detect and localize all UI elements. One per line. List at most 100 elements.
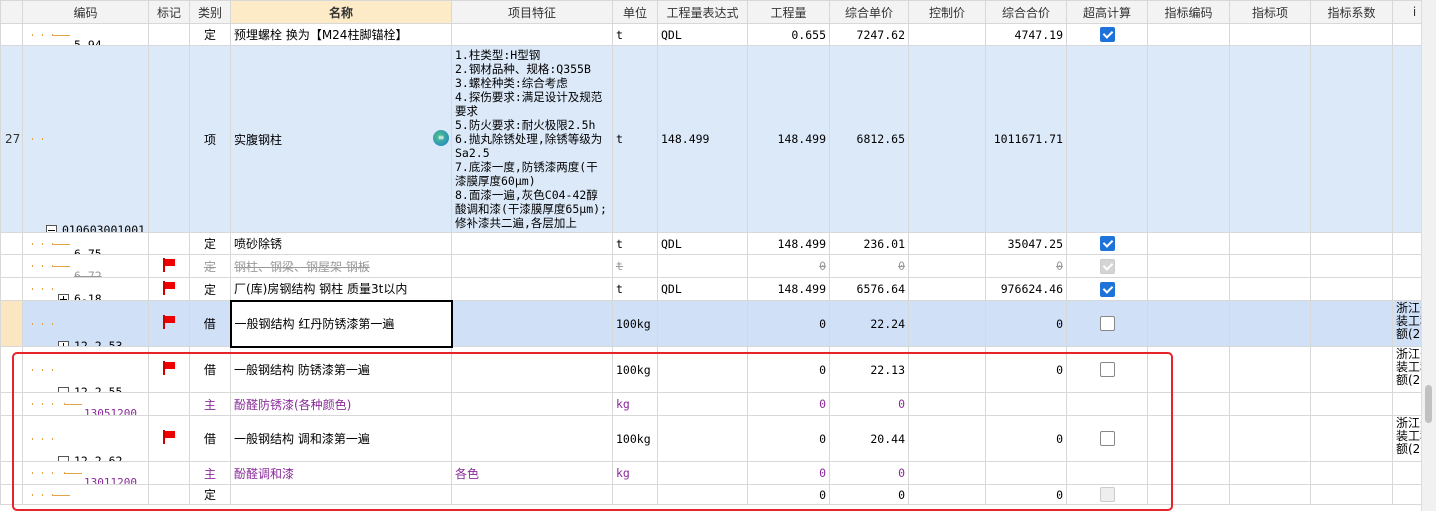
qty-cell[interactable]: 148.499 xyxy=(747,45,830,233)
unit-cell[interactable]: kg xyxy=(612,392,658,416)
code-cell[interactable]: 6-18 xyxy=(22,277,149,301)
unit-cell[interactable]: kg xyxy=(612,461,658,485)
index-item-cell[interactable] xyxy=(1229,23,1311,46)
high-calc-cell[interactable] xyxy=(1066,392,1148,416)
index-coef-cell[interactable] xyxy=(1310,415,1393,462)
mark-cell[interactable] xyxy=(148,484,190,505)
col-header-code[interactable]: 编码 xyxy=(22,0,149,24)
price-cell[interactable]: 0 xyxy=(829,254,909,278)
high-calc-cell[interactable] xyxy=(1066,232,1148,255)
expr-cell[interactable] xyxy=(657,346,748,393)
red-flag-icon[interactable] xyxy=(162,430,176,444)
index-item-cell[interactable] xyxy=(1229,461,1311,485)
price-cell[interactable]: 22.13 xyxy=(829,346,909,393)
index-coef-cell[interactable] xyxy=(1310,232,1393,255)
table-row[interactable]: 13051200… 主 酚醛防锈漆(各种颜色) kg 0 0 xyxy=(0,392,1422,416)
link-badge-icon[interactable]: ≡ xyxy=(433,130,449,146)
high-calc-checkbox[interactable] xyxy=(1099,281,1115,297)
mark-cell[interactable] xyxy=(148,300,190,347)
name-cell[interactable]: 酚醛防锈漆(各种颜色) xyxy=(230,392,452,416)
ctrl-cell[interactable] xyxy=(908,300,986,347)
expr-cell[interactable]: QDL xyxy=(657,23,748,46)
index-code-cell[interactable] xyxy=(1147,232,1230,255)
table-row[interactable]: 27 010603001001 项 实腹钢柱 ≡ 1.柱类型:H型钢 2.钢材品种… xyxy=(0,45,1422,233)
expr-cell[interactable] xyxy=(657,254,748,278)
vertical-scrollbar[interactable] xyxy=(1421,0,1436,511)
high-calc-checkbox[interactable] xyxy=(1099,236,1115,251)
table-row[interactable]: 6-18 定 厂(库)房钢结构 钢柱 质量3t以内 t QDL 148.499 … xyxy=(0,277,1422,301)
expr-cell[interactable]: 148.499 xyxy=(657,45,748,233)
high-calc-cell[interactable] xyxy=(1066,415,1148,462)
code-cell[interactable]: 12-2-62 xyxy=(22,415,149,462)
name-cell[interactable] xyxy=(230,484,452,505)
mark-cell[interactable] xyxy=(148,23,190,46)
unit-cell[interactable]: t xyxy=(612,23,658,46)
index-item-cell[interactable] xyxy=(1229,45,1311,233)
code-cell[interactable] xyxy=(22,484,149,505)
feature-cell[interactable] xyxy=(451,300,613,347)
unit-cell[interactable]: t xyxy=(612,277,658,301)
col-header-rownum[interactable] xyxy=(0,0,23,24)
collapse-icon[interactable] xyxy=(58,455,69,461)
high-calc-checkbox[interactable] xyxy=(1099,431,1115,446)
price-cell[interactable]: 6576.64 xyxy=(829,277,909,301)
index-coef-cell[interactable] xyxy=(1310,254,1393,278)
high-calc-checkbox[interactable] xyxy=(1099,27,1115,42)
col-header-type[interactable]: 类别 xyxy=(189,0,231,24)
name-cell[interactable]: 钢柱、钢梁、钢屋架 钢板 xyxy=(230,254,452,278)
high-calc-cell[interactable] xyxy=(1066,484,1148,505)
feature-cell[interactable]: 各色 xyxy=(451,461,613,485)
index-coef-cell[interactable] xyxy=(1310,23,1393,46)
index-item-cell[interactable] xyxy=(1229,346,1311,393)
index-code-cell[interactable] xyxy=(1147,392,1230,416)
col-header-mark[interactable]: 标记 xyxy=(148,0,190,24)
qty-cell[interactable]: 0 xyxy=(747,392,830,416)
feature-cell[interactable] xyxy=(451,232,613,255)
unit-cell[interactable]: 100kg xyxy=(612,346,658,393)
price-cell[interactable]: 20.44 xyxy=(829,415,909,462)
col-header-index-code[interactable]: 指标编码 xyxy=(1147,0,1230,24)
feature-cell[interactable] xyxy=(451,415,613,462)
col-header-expr[interactable]: 工程量表达式 xyxy=(657,0,748,24)
table-row[interactable]: 13011200… 主 酚醛调和漆 各色 kg 0 0 xyxy=(0,461,1422,485)
expand-icon[interactable] xyxy=(58,340,69,346)
high-calc-cell[interactable] xyxy=(1066,277,1148,301)
unit-cell[interactable]: t xyxy=(612,232,658,255)
table-row[interactable]: 12-2-53 借 一般钢结构 红丹防锈漆第一遍 100kg 0 22.24 0… xyxy=(0,299,1422,348)
collapse-icon[interactable] xyxy=(46,225,57,232)
col-header-qty[interactable]: 工程量 xyxy=(747,0,830,24)
unit-cell[interactable]: 100kg xyxy=(612,300,658,347)
index-item-cell[interactable] xyxy=(1229,277,1311,301)
name-cell[interactable]: 一般钢结构 红丹防锈漆第一遍 xyxy=(229,299,453,348)
price-cell[interactable]: 236.01 xyxy=(829,232,909,255)
index-coef-cell[interactable] xyxy=(1310,484,1393,505)
scrollbar-thumb[interactable] xyxy=(1425,385,1432,423)
code-cell[interactable]: 13051200… xyxy=(22,392,149,416)
red-flag-icon[interactable] xyxy=(162,257,176,272)
qty-cell[interactable]: 0 xyxy=(747,461,830,485)
red-flag-icon[interactable] xyxy=(162,280,176,295)
feature-cell[interactable]: 1.柱类型:H型钢 2.钢材品种、规格:Q355B 3.螺栓种类:综合考虑 4.… xyxy=(451,45,613,233)
code-cell[interactable]: 6-75 xyxy=(22,232,149,255)
index-code-cell[interactable] xyxy=(1147,346,1230,393)
mark-cell[interactable] xyxy=(148,346,190,393)
table-row[interactable]: 6-72 定 钢柱、钢梁、钢屋架 钢板 t 0 0 0 xyxy=(0,254,1422,278)
qty-cell[interactable]: 0 xyxy=(747,254,830,278)
high-calc-checkbox[interactable] xyxy=(1099,362,1115,377)
high-calc-checkbox[interactable] xyxy=(1099,487,1115,502)
expr-cell[interactable] xyxy=(657,300,748,347)
col-header-high[interactable]: 超高计算 xyxy=(1066,0,1148,24)
col-header-price[interactable]: 综合单价 xyxy=(829,0,909,24)
unit-cell[interactable]: t xyxy=(612,254,658,278)
expr-cell[interactable]: QDL xyxy=(657,232,748,255)
expr-cell[interactable]: QDL xyxy=(657,277,748,301)
high-calc-cell[interactable] xyxy=(1066,254,1148,278)
collapse-icon[interactable] xyxy=(58,386,69,392)
qty-cell[interactable]: 148.499 xyxy=(747,277,830,301)
mark-cell[interactable] xyxy=(148,45,190,233)
table-row[interactable]: 12-2-62 借 一般钢结构 调和漆第一遍 100kg 0 20.44 0 浙… xyxy=(0,415,1422,462)
name-cell[interactable]: 喷砂除锈 xyxy=(230,232,452,255)
index-code-cell[interactable] xyxy=(1147,254,1230,278)
ctrl-cell[interactable] xyxy=(908,484,986,505)
unit-cell[interactable] xyxy=(612,484,658,505)
